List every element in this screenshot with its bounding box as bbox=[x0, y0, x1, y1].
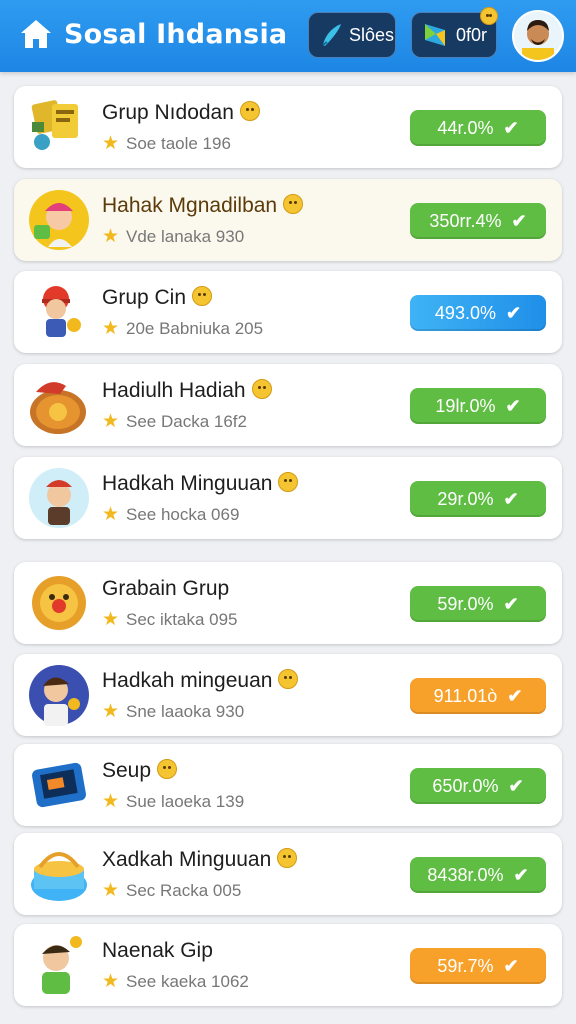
item-title: Grup Nıdodan bbox=[102, 101, 260, 125]
progress-badge[interactable]: 350rr.4% ✔ bbox=[410, 203, 546, 239]
item-title: Hadkah Minguuan bbox=[102, 472, 299, 496]
check-icon: ✔ bbox=[511, 210, 527, 231]
list-item[interactable]: Grup Nıdodan ★ Soe taole 196 44r.0% ✔ bbox=[14, 86, 562, 168]
item-subtitle: ★ Sec iktaka 095 bbox=[102, 609, 238, 630]
list-item[interactable]: Hadiulh Hadiah ★ See Dacka 16f2 19lr.0% ✔ bbox=[14, 364, 562, 446]
progress-badge[interactable]: 59r.0% ✔ bbox=[410, 586, 546, 622]
star-icon: ★ bbox=[102, 504, 120, 525]
count-button[interactable]: 0f0r bbox=[411, 7, 498, 58]
item-title: Hahak Mgnadilban bbox=[102, 194, 304, 218]
item-subtitle: ★ Soe taole 196 bbox=[102, 133, 231, 154]
group-thumbnail bbox=[32, 762, 86, 808]
item-subtitle: ★ See Dacka 16f2 bbox=[102, 411, 247, 432]
group-thumbnail bbox=[42, 936, 82, 994]
profile-avatar[interactable] bbox=[512, 10, 564, 62]
slides-label: Slôes bbox=[349, 24, 395, 45]
item-subtitle: ★ Sue laoeka 139 bbox=[102, 791, 245, 812]
item-title: Grabain Grup bbox=[102, 577, 230, 600]
star-icon: ★ bbox=[102, 880, 120, 901]
progress-badge[interactable]: 650r.0% ✔ bbox=[410, 768, 546, 804]
list-item[interactable]: Hahak Mgnadilban ★ Vde lanaka 930 350rr.4% ✔ bbox=[14, 179, 562, 261]
pen-icon bbox=[322, 24, 341, 46]
check-icon: ✔ bbox=[513, 864, 529, 885]
emoji-icon bbox=[480, 7, 498, 25]
top-app-bar: Sosal Ihdansia Slôes 0f0r bbox=[0, 0, 576, 72]
check-icon: ✔ bbox=[505, 395, 521, 416]
item-title: Seup bbox=[102, 759, 178, 783]
count-label: 0f0r bbox=[456, 24, 488, 45]
emoji-icon bbox=[283, 194, 304, 214]
group-thumbnail bbox=[30, 382, 86, 434]
check-icon: ✔ bbox=[505, 302, 522, 323]
star-icon: ★ bbox=[102, 609, 120, 630]
star-icon: ★ bbox=[102, 411, 120, 432]
list-item[interactable]: Grup Cin ★ 20e Babniuka 205 493.0% ✔ bbox=[14, 271, 562, 353]
list-item[interactable]: Grabain Grup ★ Sec iktaka 095 59r.0% ✔ bbox=[14, 562, 562, 644]
flag-icon bbox=[425, 24, 445, 46]
list-item[interactable]: Seup ★ Sue laoeka 139 650r.0% ✔ bbox=[14, 744, 562, 826]
check-icon: ✔ bbox=[507, 685, 523, 706]
item-subtitle: ★ 20e Babniuka 205 bbox=[102, 318, 264, 339]
group-thumbnail bbox=[31, 100, 78, 150]
emoji-icon bbox=[239, 101, 260, 121]
slides-button[interactable]: Slôes bbox=[308, 12, 396, 58]
progress-badge[interactable]: 8438r.0% ✔ bbox=[410, 857, 546, 893]
group-thumbnail bbox=[32, 576, 86, 630]
list-item[interactable]: Hadkah Minguuan ★ See hocka 069 29r.0% ✔ bbox=[14, 457, 562, 539]
progress-badge[interactable]: 59r.7% ✔ bbox=[410, 948, 546, 984]
emoji-icon bbox=[277, 848, 298, 868]
check-icon: ✔ bbox=[503, 955, 519, 976]
emoji-icon bbox=[278, 669, 299, 689]
progress-badge[interactable]: 29r.0% ✔ bbox=[410, 481, 546, 517]
progress-badge[interactable]: 44r.0% ✔ bbox=[410, 110, 546, 146]
item-subtitle: ★ See hocka 069 bbox=[102, 504, 240, 525]
item-title: Hadiulh Hadiah bbox=[102, 379, 272, 403]
item-title: Hadkah mingeuan bbox=[102, 669, 299, 693]
check-icon: ✔ bbox=[503, 117, 519, 138]
item-subtitle: ★ Sec Racka 005 bbox=[102, 880, 242, 901]
emoji-icon bbox=[192, 286, 213, 306]
check-icon: ✔ bbox=[503, 488, 519, 509]
app-title: Sosal Ihdansia bbox=[64, 19, 288, 50]
star-icon: ★ bbox=[102, 226, 120, 247]
emoji-icon bbox=[278, 472, 299, 492]
check-icon: ✔ bbox=[503, 593, 519, 614]
list-item[interactable]: Xadkah Minguuan ★ Sec Racka 005 8438r.0% ✔ bbox=[14, 833, 562, 915]
item-title: Naenak Gip bbox=[102, 939, 213, 962]
item-title: Grup Cin bbox=[102, 286, 213, 310]
group-thumbnail bbox=[29, 665, 89, 726]
item-subtitle: ★ Vde lanaka 930 bbox=[102, 226, 245, 247]
star-icon: ★ bbox=[102, 701, 120, 722]
group-thumbnail bbox=[29, 468, 89, 528]
check-icon: ✔ bbox=[508, 775, 524, 796]
progress-badge[interactable]: 911.01ò ✔ bbox=[410, 678, 546, 714]
emoji-icon bbox=[251, 379, 272, 399]
group-thumbnail bbox=[29, 190, 89, 250]
star-icon: ★ bbox=[102, 318, 120, 339]
progress-badge[interactable]: 493.0% ✔ bbox=[410, 295, 546, 331]
star-icon: ★ bbox=[102, 971, 120, 992]
list-item[interactable]: Naenak Gip ★ See kaeka 1062 59r.7% ✔ bbox=[14, 924, 562, 1006]
group-thumbnail bbox=[42, 286, 81, 337]
progress-badge[interactable]: 19lr.0% ✔ bbox=[410, 388, 546, 424]
star-icon: ★ bbox=[102, 133, 120, 154]
item-title: Xadkah Minguuan bbox=[102, 848, 298, 872]
home-icon[interactable] bbox=[18, 16, 54, 52]
group-thumbnail bbox=[31, 852, 87, 901]
list-item[interactable]: Hadkah mingeuan ★ Sne laaoka 930 911.01ò ✔ bbox=[14, 654, 562, 736]
item-subtitle: ★ Sne laaoka 930 bbox=[102, 701, 245, 722]
emoji-icon bbox=[157, 759, 178, 779]
item-subtitle: ★ See kaeka 1062 bbox=[102, 971, 249, 992]
star-icon: ★ bbox=[102, 791, 120, 812]
